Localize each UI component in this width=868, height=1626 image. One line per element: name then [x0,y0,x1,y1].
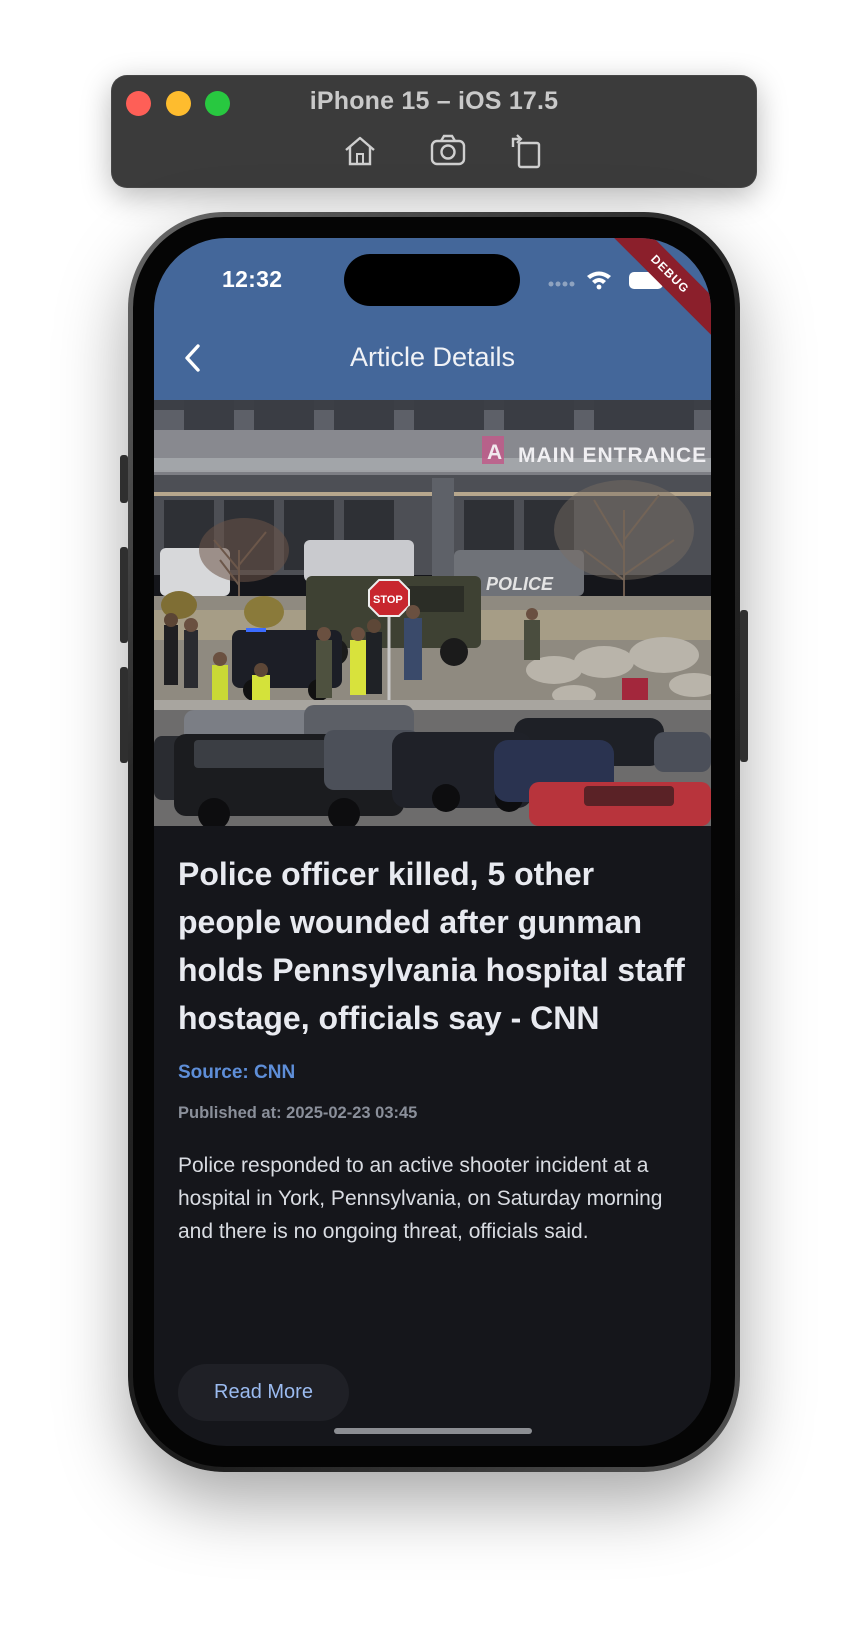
simulator-tools [111,133,757,169]
simulator-toolbar: iPhone 15 – iOS 17.5 [111,75,757,188]
read-more-button[interactable]: Read More [178,1364,349,1421]
article-title: Police officer killed, 5 other people wo… [178,856,685,1036]
article-image: A MAIN ENTRANCE POLICE STOP [154,400,711,826]
volume-up-button [120,547,128,643]
sign-letter: A [487,441,502,464]
app-bar: 12:32 DEBUG Article Details [154,238,711,400]
phone-screen: 12:32 DEBUG Article Details A MAIN ENTRA… [154,238,711,1446]
article-published-date: Published at: 2025-02-23 03:45 [178,1104,418,1122]
police-vehicle-text: POLICE [486,574,554,594]
article-source: Source: CNN [178,1062,296,1083]
rotate-icon[interactable] [507,133,545,169]
sign-text: MAIN ENTRANCE [518,444,707,467]
action-button [120,455,128,503]
home-icon[interactable] [341,133,379,169]
signal-icon [548,281,575,287]
simulator-title: iPhone 15 – iOS 17.5 [309,87,559,115]
stop-sign-text: STOP [373,594,403,606]
article-content: Police officer killed, 5 other people wo… [178,850,688,1248]
status-time: 12:32 [222,266,283,292]
volume-down-button [120,667,128,763]
page-title: Article Details [349,342,516,372]
dynamic-island [344,254,520,306]
screenshot-icon[interactable] [429,133,467,169]
power-button [740,610,748,762]
home-indicator[interactable] [334,1428,532,1434]
wifi-icon [587,271,611,290]
article-description: Police responded to an active shooter in… [178,1154,663,1243]
